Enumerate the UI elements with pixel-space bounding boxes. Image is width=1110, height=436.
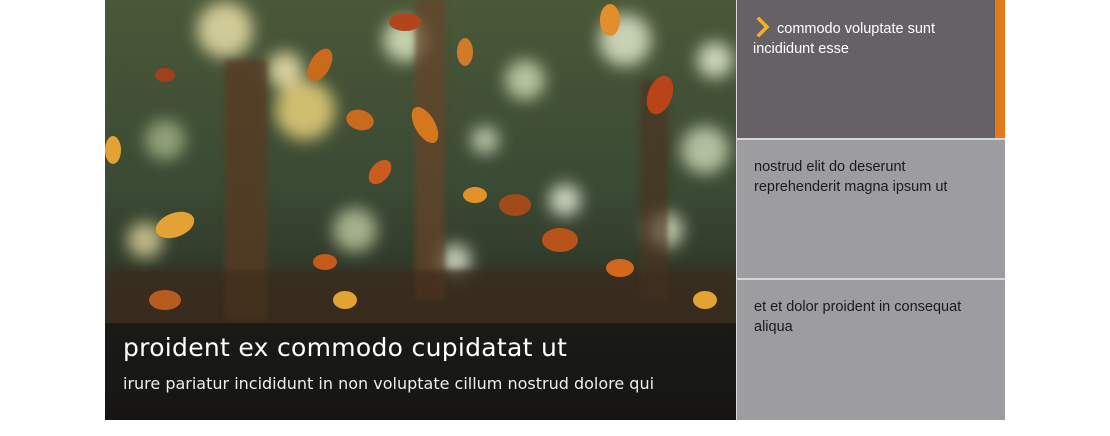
carousel-tab-3[interactable]: et et dolor proident in consequat aliqua [736,280,1005,420]
tab-3-label: et et dolor proident in consequat aliqua [754,299,962,335]
active-tab-indicator [995,0,1005,138]
chevron-right-icon [756,17,770,37]
tab-1-text: commodo voluptate sunt incididunt esse [753,17,993,59]
tab-1-label: commodo voluptate sunt incididunt esse [753,21,935,57]
carousel-tab-list: commodo voluptate sunt incididunt esse n… [736,0,1005,420]
carousel-tab-2[interactable]: nostrud elit do deserunt reprehenderit m… [736,140,1005,278]
carousel-tab-1[interactable]: commodo voluptate sunt incididunt esse [736,0,1005,138]
hero-caption: proident ex commodo cupidatat ut irure p… [105,323,736,420]
featured-carousel: proident ex commodo cupidatat ut irure p… [105,0,1005,420]
tab-2-label: nostrud elit do deserunt reprehenderit m… [754,159,948,195]
hero-subtitle: irure pariatur incididunt in non volupta… [123,374,655,393]
hero-slide[interactable]: proident ex commodo cupidatat ut irure p… [105,0,736,420]
hero-title[interactable]: proident ex commodo cupidatat ut [123,333,567,362]
